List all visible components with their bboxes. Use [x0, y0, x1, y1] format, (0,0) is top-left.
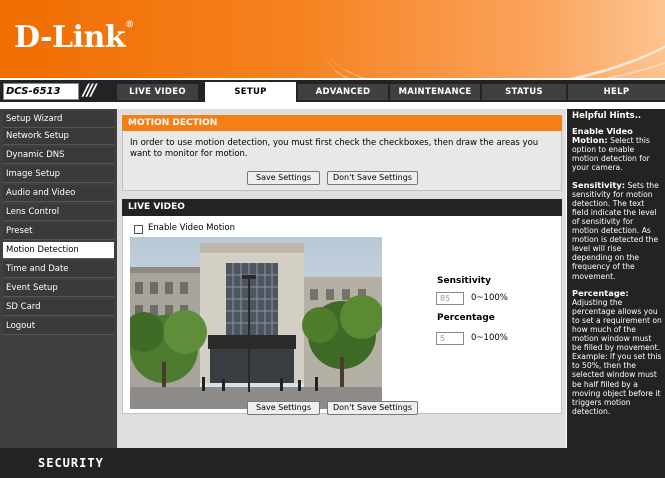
- sidebar-item-preset[interactable]: Preset: [3, 223, 114, 240]
- tab-status[interactable]: STATUS: [482, 84, 566, 100]
- model-name: DCS-6513: [3, 83, 79, 100]
- save-settings-button-bottom[interactable]: Save Settings: [247, 401, 320, 415]
- street-scene-image: [130, 237, 382, 409]
- sidebar-item-sd-card[interactable]: SD Card: [3, 299, 114, 316]
- live-video-title: LIVE VIDEO: [122, 199, 562, 216]
- tab-setup[interactable]: SETUP: [205, 82, 296, 102]
- helpful-hints-panel: Helpful Hints.. Enable Video Motion: Sel…: [567, 109, 665, 448]
- sidebar-item-event-setup[interactable]: Event Setup: [3, 280, 114, 297]
- header-banner: D-Link®: [0, 0, 665, 78]
- dont-save-settings-button[interactable]: Don't Save Settings: [327, 171, 418, 185]
- motion-detection-description: In order to use motion detection, you mu…: [130, 138, 539, 159]
- sidebar-item-motion-detection[interactable]: Motion Detection: [3, 242, 114, 259]
- tab-live-video[interactable]: LIVE VIDEO: [117, 84, 198, 100]
- percentage-range: 0~100%: [471, 333, 508, 343]
- sidebar-item-lens-control[interactable]: Lens Control: [3, 204, 114, 221]
- helpful-hints-title: Helpful Hints..: [572, 111, 642, 121]
- sensitivity-label: Sensitivity: [437, 276, 491, 286]
- motion-detection-title: MOTION DECTION: [122, 115, 562, 131]
- sensitivity-input[interactable]: 85: [436, 292, 464, 305]
- sidebar-item-setup-wizard[interactable]: Setup Wizard: [3, 111, 114, 128]
- sidebar-item-dynamic-dns[interactable]: Dynamic DNS: [3, 147, 114, 164]
- banner-swoosh: [319, 0, 665, 78]
- hint-sensitivity: Sensitivity: Sets the sensitivity for mo…: [572, 179, 662, 281]
- sidebar-item-audio-video[interactable]: Audio and Video: [3, 185, 114, 202]
- tab-advanced[interactable]: ADVANCED: [298, 84, 388, 100]
- nav-slashes: ///: [83, 80, 96, 99]
- percentage-input[interactable]: 5: [436, 332, 464, 345]
- hint-text: Sets the sensitivity for motion detectio…: [572, 180, 659, 281]
- sensitivity-range: 0~100%: [471, 293, 508, 303]
- tab-help[interactable]: HELP: [568, 84, 665, 100]
- percentage-label: Percentage: [437, 313, 495, 323]
- hint-enable-video-motion: Enable Video Motion: Select this option …: [572, 127, 662, 173]
- sidebar-item-logout[interactable]: Logout: [3, 318, 114, 335]
- hint-text: Adjusting the percentage allows you to s…: [572, 297, 662, 416]
- enable-video-motion-checkbox[interactable]: [134, 225, 143, 234]
- dlink-logo: D-Link®: [14, 20, 134, 55]
- sidebar-item-image-setup[interactable]: Image Setup: [3, 166, 114, 183]
- save-settings-button[interactable]: Save Settings: [247, 171, 320, 185]
- sidebar-item-time-date[interactable]: Time and Date: [3, 261, 114, 278]
- tab-maintenance[interactable]: MAINTENANCE: [390, 84, 480, 100]
- enable-video-motion-label: Enable Video Motion: [148, 223, 235, 233]
- hint-term: Percentage:: [572, 287, 629, 298]
- sidebar-item-network-setup[interactable]: Network Setup: [3, 128, 114, 145]
- hint-term: Sensitivity:: [572, 179, 626, 190]
- dont-save-settings-button-bottom[interactable]: Don't Save Settings: [327, 401, 418, 415]
- footer-security-label: SECURITY: [38, 456, 104, 470]
- hint-percentage: Percentage: Adjusting the percentage all…: [572, 287, 662, 416]
- live-video-image[interactable]: [130, 237, 382, 409]
